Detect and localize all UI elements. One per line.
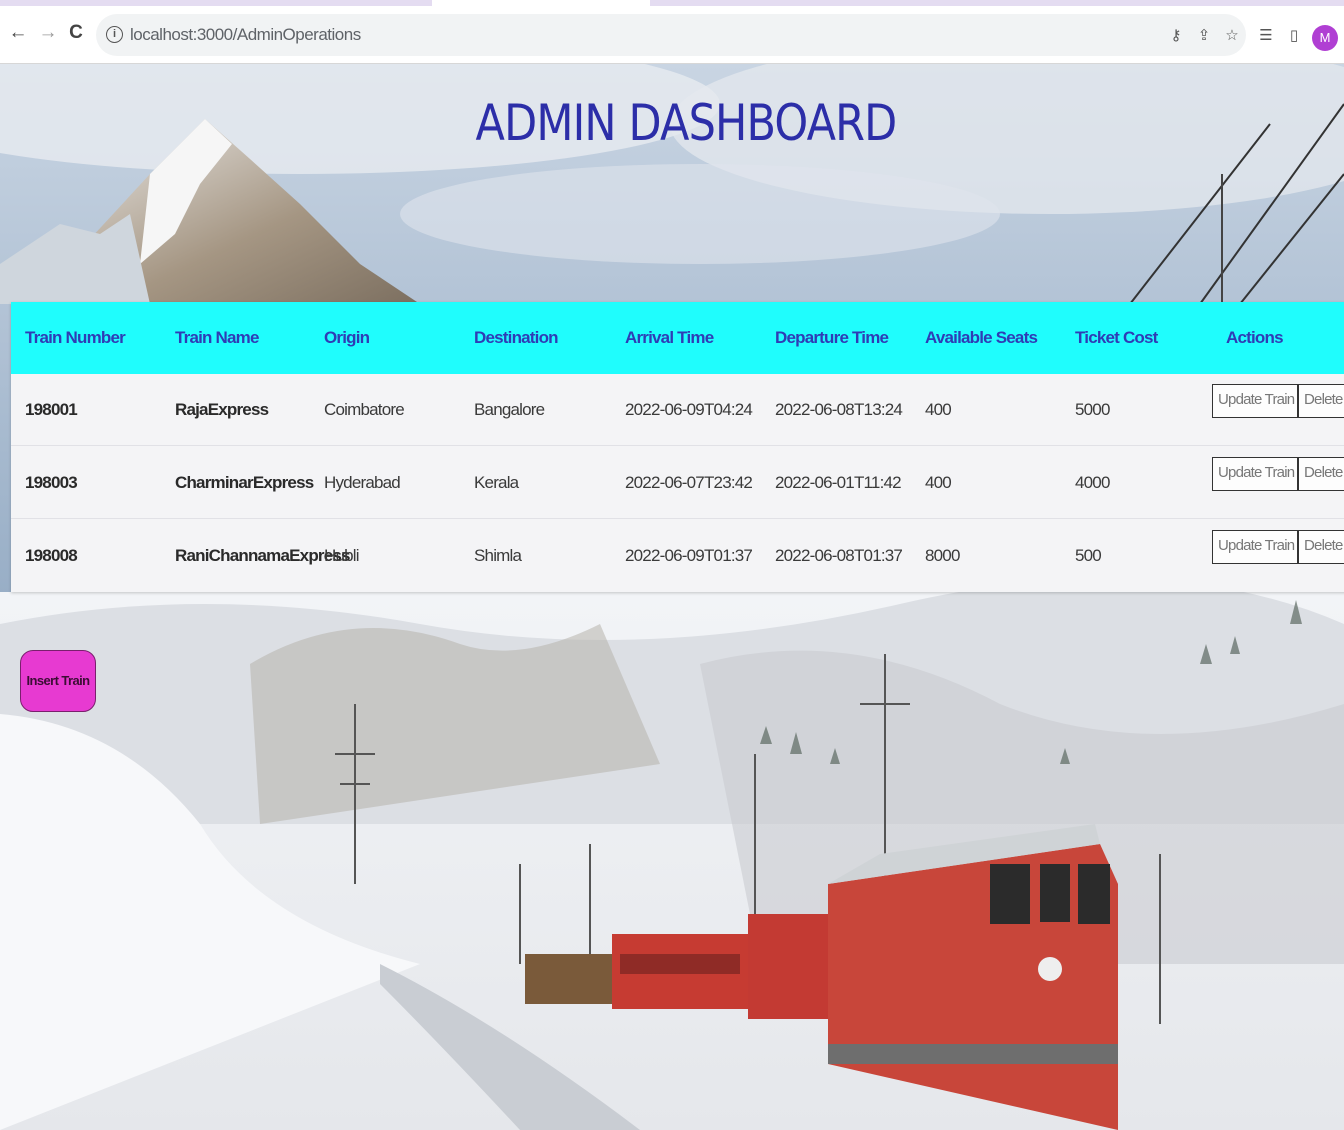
delete-train-button[interactable]: Delete (1298, 384, 1344, 418)
cell-departure-time: 2022-06-01T11:42 (775, 473, 902, 492)
reload-icon[interactable]: C (64, 20, 88, 46)
col-ticket-cost: Ticket Cost (1075, 328, 1158, 347)
cell-ticket-cost: 500 (1075, 546, 1102, 565)
cell-train-name: CharminarExpress (175, 473, 314, 492)
update-train-button[interactable]: Update Train (1212, 530, 1298, 564)
cell-destination: Bangalore (474, 400, 545, 419)
cell-train-name: RajaExpress (175, 400, 269, 419)
table-header: Train Number Train Name Origin Destinati… (11, 302, 1344, 374)
col-departure-time: Departure Time (775, 328, 889, 347)
col-origin: Origin (324, 328, 370, 347)
update-train-button[interactable]: Update Train (1212, 384, 1298, 418)
page: ADMIN DASHBOARD Train Number Train Name … (0, 64, 1344, 1130)
trains-table: Train Number Train Name Origin Destinati… (11, 302, 1344, 592)
cell-available-seats: 8000 (925, 546, 960, 565)
col-train-name: Train Name (175, 328, 259, 347)
cell-ticket-cost: 4000 (1075, 473, 1110, 492)
key-icon[interactable]: ⚷ (1166, 26, 1186, 46)
site-info-icon[interactable]: i (106, 26, 123, 43)
cell-destination: Kerala (474, 473, 519, 492)
insert-train-button[interactable]: Insert Train (20, 650, 96, 712)
table-row: 198001 RajaExpress Coimbatore Bangalore … (11, 374, 1344, 446)
col-actions: Actions (1226, 328, 1284, 347)
back-icon[interactable]: ← (6, 20, 30, 46)
cell-train-number: 198003 (25, 473, 78, 492)
delete-train-button[interactable]: Delete (1298, 457, 1344, 491)
delete-train-button[interactable]: Delete (1298, 530, 1344, 564)
page-title: ADMIN DASHBOARD (475, 94, 898, 152)
cell-ticket-cost: 5000 (1075, 400, 1110, 419)
cell-available-seats: 400 (925, 400, 952, 419)
cell-origin: Hubli (324, 546, 360, 565)
side-panel-icon[interactable]: ▯ (1284, 26, 1304, 46)
forward-icon[interactable]: → (36, 20, 60, 46)
col-arrival-time: Arrival Time (625, 328, 714, 347)
reading-list-icon[interactable]: ☰ (1256, 26, 1276, 46)
browser-toolbar: ← → C i localhost:3000/AdminOperations ⚷… (0, 6, 1344, 64)
cell-train-number: 198001 (25, 400, 78, 419)
address-bar[interactable]: i localhost:3000/AdminOperations (96, 14, 1246, 56)
cell-origin: Coimbatore (324, 400, 405, 419)
cell-origin: Hyderabad (324, 473, 401, 492)
background-image (0, 64, 1344, 1130)
col-train-number: Train Number (25, 328, 126, 347)
cell-departure-time: 2022-06-08T13:24 (775, 400, 903, 419)
profile-avatar[interactable]: M (1312, 25, 1338, 51)
cell-departure-time: 2022-06-08T01:37 (775, 546, 903, 565)
cell-arrival-time: 2022-06-09T04:24 (625, 400, 753, 419)
cell-available-seats: 400 (925, 473, 952, 492)
cell-train-number: 198008 (25, 546, 78, 565)
col-destination: Destination (474, 328, 559, 347)
share-icon[interactable]: ⇪ (1194, 26, 1214, 46)
update-train-button[interactable]: Update Train (1212, 457, 1298, 491)
cell-arrival-time: 2022-06-09T01:37 (625, 546, 753, 565)
col-available-seats: Available Seats (925, 328, 1038, 347)
cell-arrival-time: 2022-06-07T23:42 (625, 473, 753, 492)
table-row: 198008 RaniChannamaExpress Hubli Shimla … (11, 520, 1344, 592)
star-icon[interactable]: ☆ (1222, 26, 1242, 46)
cell-destination: Shimla (474, 546, 522, 565)
url-text[interactable]: localhost:3000/AdminOperations (130, 14, 361, 56)
table-row: 198003 CharminarExpress Hyderabad Kerala… (11, 447, 1344, 519)
